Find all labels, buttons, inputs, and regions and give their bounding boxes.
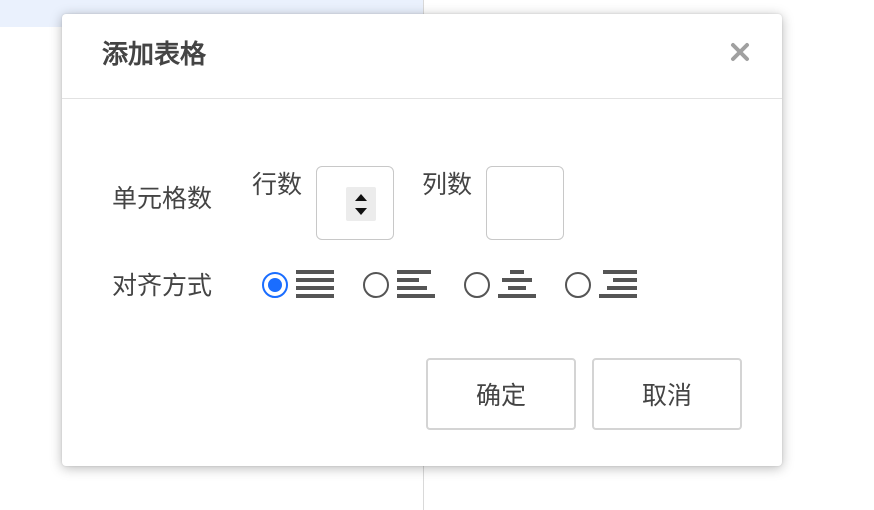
- confirm-button[interactable]: 确定: [426, 358, 576, 430]
- dialog-header: 添加表格: [62, 14, 782, 99]
- align-left-radio[interactable]: [363, 272, 389, 298]
- rows-spinner[interactable]: [346, 187, 376, 221]
- align-option-center[interactable]: [464, 268, 540, 302]
- rows-input[interactable]: [316, 166, 394, 240]
- align-option-right[interactable]: [565, 268, 641, 302]
- align-right-icon: [599, 270, 637, 300]
- cancel-button[interactable]: 取消: [592, 358, 742, 430]
- dialog-title: 添加表格: [102, 40, 207, 70]
- cols-label: 列数: [422, 170, 473, 199]
- align-justify-icon: [296, 270, 334, 300]
- align-option-justify[interactable]: [262, 268, 338, 302]
- align-justify-radio[interactable]: [262, 272, 288, 298]
- add-table-dialog: 添加表格 单元格数 行数 列数 对齐方式 确定 取消: [62, 14, 782, 466]
- align-center-radio[interactable]: [464, 272, 490, 298]
- spinner-arrows-icon: [355, 194, 367, 215]
- align-left-icon: [397, 270, 435, 300]
- align-right-radio[interactable]: [565, 272, 591, 298]
- close-button[interactable]: [728, 40, 752, 64]
- cell-count-label: 单元格数: [112, 184, 213, 213]
- align-option-left[interactable]: [363, 268, 439, 302]
- rows-label: 行数: [252, 170, 303, 199]
- alignment-label: 对齐方式: [112, 271, 213, 300]
- close-icon: [731, 43, 749, 61]
- cols-input[interactable]: [486, 166, 564, 240]
- align-center-icon: [498, 270, 536, 300]
